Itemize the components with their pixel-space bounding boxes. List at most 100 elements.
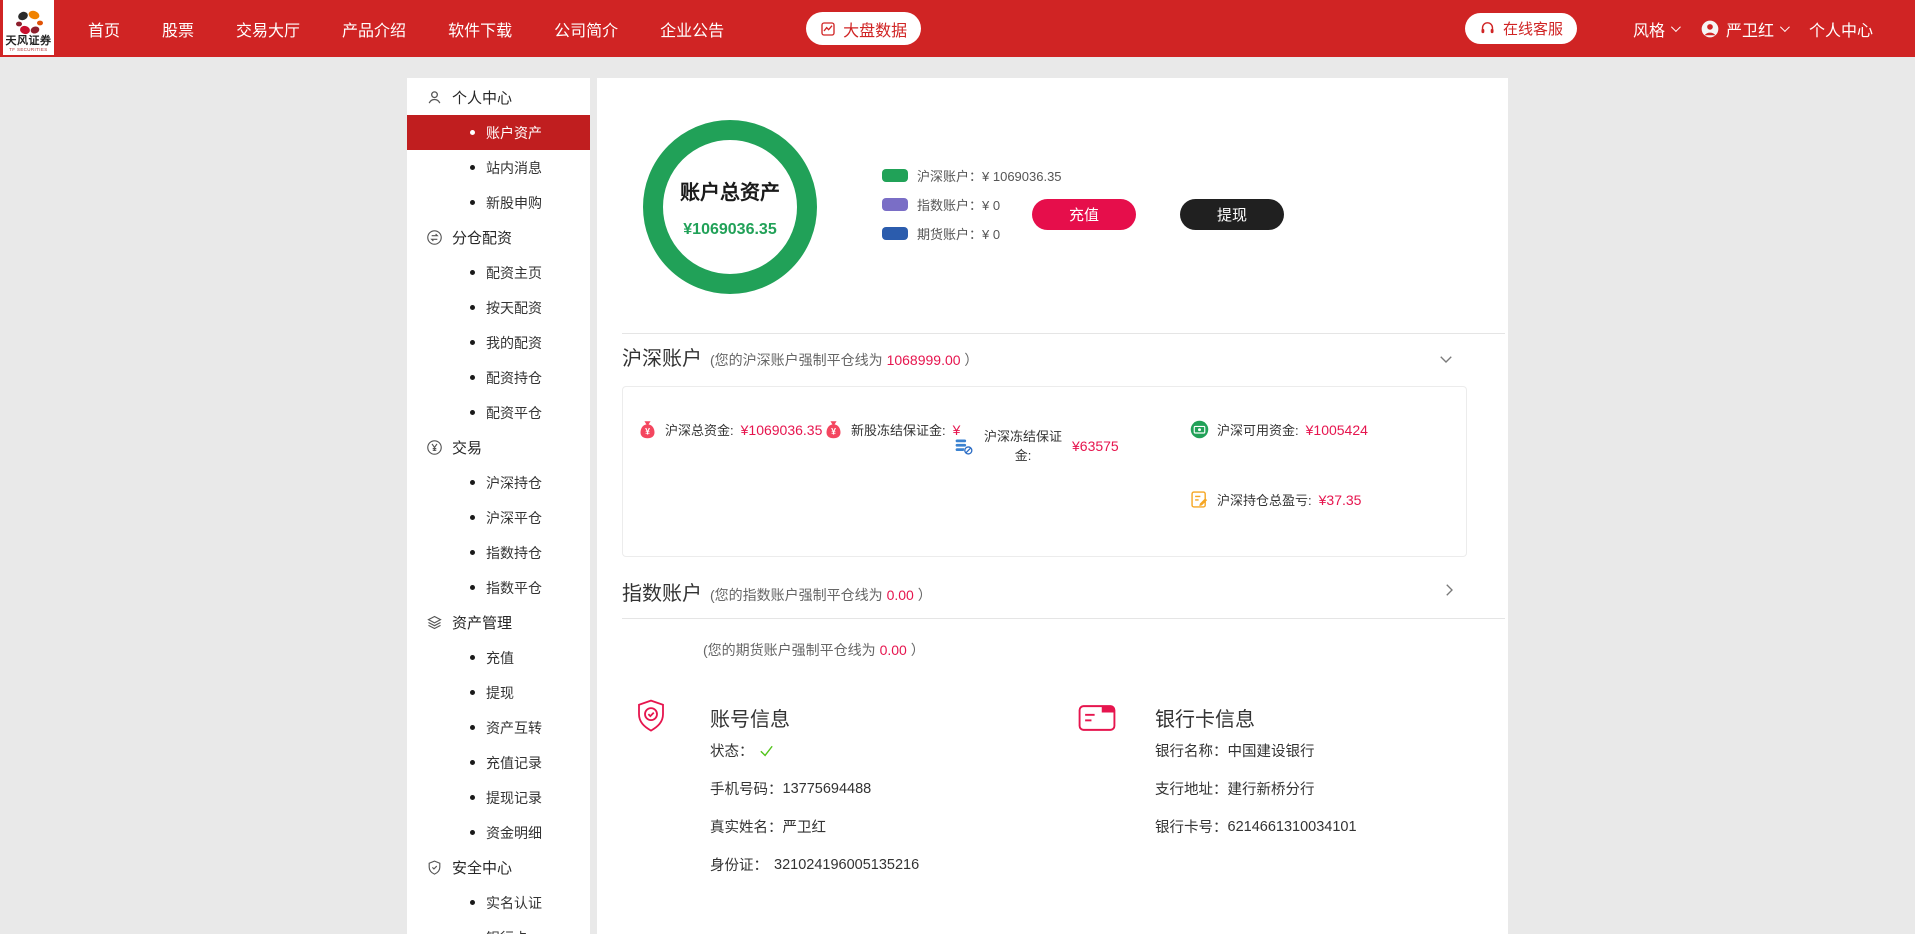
user-icon	[426, 89, 443, 106]
bullet-icon	[470, 165, 475, 170]
stat-hs-available-funds: 沪深可用资金: ¥1005424	[1189, 419, 1368, 440]
logo[interactable]: 天风证券 TF SECURITIES	[3, 0, 54, 55]
user-dropdown[interactable]: 严卫红	[1700, 17, 1787, 41]
bullet-icon	[470, 410, 475, 415]
divider	[622, 333, 1505, 334]
nav-item-stocks[interactable]: 股票	[162, 17, 194, 41]
check-icon	[758, 742, 775, 759]
bullet-icon	[470, 725, 475, 730]
bank-info-title: 银行卡信息	[1155, 703, 1255, 732]
bank-card-icon	[1078, 703, 1116, 733]
bullet-icon	[470, 585, 475, 590]
bullet-icon	[470, 480, 475, 485]
main-panel: 账户总资产 ¥1069036.35 沪深账户：¥ 1069036.35 指数账户…	[597, 78, 1508, 934]
nav-item-company[interactable]: 公司简介	[554, 17, 618, 41]
sidebar-section-personal-center[interactable]: 个人中心	[407, 80, 590, 115]
svg-text:¥: ¥	[831, 426, 836, 436]
total-assets-title: 账户总资产	[680, 176, 780, 205]
bullet-icon	[470, 760, 475, 765]
online-service-button[interactable]: 在线客服	[1465, 13, 1577, 44]
withdraw-button[interactable]: 提现	[1180, 199, 1284, 230]
account-info-title: 账号信息	[710, 703, 790, 732]
sidebar-item-allocation-positions[interactable]: 配资持仓	[407, 360, 590, 395]
sidebar-item-site-messages[interactable]: 站内消息	[407, 150, 590, 185]
style-dropdown[interactable]: 风格	[1633, 17, 1678, 41]
sidebar-item-recharge[interactable]: 充值	[407, 640, 590, 675]
nav-item-home[interactable]: 首页	[88, 17, 120, 41]
moneybag-icon: ¥	[823, 419, 844, 440]
bullet-icon	[470, 655, 475, 660]
total-assets-circle: 账户总资产 ¥1069036.35	[643, 120, 817, 294]
bullet-icon	[470, 340, 475, 345]
shield-check-icon	[633, 698, 669, 734]
exchange-icon	[426, 229, 443, 246]
divider	[622, 618, 1505, 619]
futures-note: (您的期货账户强制平仓线为 0.00 ）	[703, 640, 925, 660]
sidebar-item-hs-close[interactable]: 沪深平仓	[407, 500, 590, 535]
chevron-right-icon[interactable]	[1440, 581, 1458, 599]
sidebar-item-ipo-subscription[interactable]: 新股申购	[407, 185, 590, 220]
sidebar-item-withdraw[interactable]: 提现	[407, 675, 590, 710]
hs-account-panel: ¥ 沪深总资金: ¥1069036.35 ¥ 新股冻结保证金: ¥	[622, 386, 1467, 557]
sidebar-item-allocation-home[interactable]: 配资主页	[407, 255, 590, 290]
sidebar-item-recharge-records[interactable]: 充值记录	[407, 745, 590, 780]
legend-swatch-purple	[882, 198, 908, 211]
total-assets-value: ¥1069036.35	[683, 221, 776, 239]
bullet-icon	[470, 795, 475, 800]
logo-text: 天风证券	[6, 36, 52, 47]
sidebar-section-asset-management[interactable]: 资产管理	[407, 605, 590, 640]
chevron-down-icon[interactable]	[1437, 350, 1455, 368]
sidebar-item-bank-card[interactable]: 银行卡	[407, 920, 590, 934]
sidebar-item-my-allocation[interactable]: 我的配资	[407, 325, 590, 360]
nav-item-personal-center[interactable]: 个人中心	[1809, 17, 1873, 41]
stat-ipo-frozen-margin: ¥ 新股冻结保证金: ¥	[823, 419, 960, 440]
bullet-icon	[470, 690, 475, 695]
sidebar-section-trade[interactable]: 交易	[407, 430, 590, 465]
bullet-icon	[470, 270, 475, 275]
chart-icon	[820, 21, 836, 37]
sidebar-section-security-center[interactable]: 安全中心	[407, 850, 590, 885]
top-nav: 天风证券 TF SECURITIES 首页 股票 交易大厅 产品介绍 软件下载 …	[0, 0, 1915, 57]
bank-info-rows: 银行名称：中国建设银行 支行地址：建行新桥分行 银行卡号：62146613100…	[1155, 740, 1357, 837]
hs-account-subtitle: (您的沪深账户强制平仓线为 1068999.00 ）	[710, 350, 978, 370]
headset-icon	[1479, 20, 1496, 37]
legend-swatch-green	[882, 169, 908, 182]
bullet-icon	[470, 305, 475, 310]
sidebar-item-real-name-auth[interactable]: 实名认证	[407, 885, 590, 920]
sidebar-item-hs-positions[interactable]: 沪深持仓	[407, 465, 590, 500]
sidebar-item-daily-allocation[interactable]: 按天配资	[407, 290, 590, 325]
svg-text:¥: ¥	[645, 426, 650, 436]
sidebar-item-index-positions[interactable]: 指数持仓	[407, 535, 590, 570]
moneybag-icon: ¥	[637, 419, 658, 440]
card-number-row: 银行卡号：6214661310034101	[1155, 816, 1357, 837]
index-account-subtitle: (您的指数账户强制平仓线为 0.00 ）	[710, 585, 932, 605]
nav-item-announcements[interactable]: 企业公告	[660, 17, 724, 41]
bullet-icon	[470, 515, 475, 520]
market-data-button[interactable]: 大盘数据	[806, 12, 921, 45]
shield-icon	[426, 859, 443, 876]
bullet-icon	[470, 130, 475, 135]
index-account-title: 指数账户	[622, 577, 702, 606]
legend-row-futures: 期货账户：¥ 0	[882, 224, 1062, 243]
branch-row: 支行地址：建行新桥分行	[1155, 778, 1357, 799]
recharge-button[interactable]: 充值	[1032, 199, 1136, 230]
sidebar-item-asset-transfer[interactable]: 资产互转	[407, 710, 590, 745]
avatar	[1700, 19, 1720, 39]
chevron-down-icon	[1671, 22, 1681, 32]
bullet-icon	[470, 550, 475, 555]
sidebar-item-allocation-close[interactable]: 配资平仓	[407, 395, 590, 430]
bullet-icon	[470, 375, 475, 380]
nav-item-downloads[interactable]: 软件下载	[448, 17, 512, 41]
id-card-row: 身份证：321024196005135216	[710, 854, 919, 875]
sidebar-item-fund-details[interactable]: 资金明细	[407, 815, 590, 850]
nav-item-products[interactable]: 产品介绍	[342, 17, 406, 41]
bullet-icon	[470, 900, 475, 905]
sidebar-section-allocation[interactable]: 分仓配资	[407, 220, 590, 255]
nav-item-trading-hall[interactable]: 交易大厅	[236, 17, 300, 41]
sidebar-item-account-assets[interactable]: 账户资产	[407, 115, 590, 150]
stat-hs-frozen-margin: 沪深冻结保证金: ¥63575	[953, 427, 1119, 465]
sidebar-item-index-close[interactable]: 指数平仓	[407, 570, 590, 605]
sidebar-item-withdraw-records[interactable]: 提现记录	[407, 780, 590, 815]
cash-icon	[1189, 419, 1210, 440]
yuan-icon	[426, 439, 443, 456]
